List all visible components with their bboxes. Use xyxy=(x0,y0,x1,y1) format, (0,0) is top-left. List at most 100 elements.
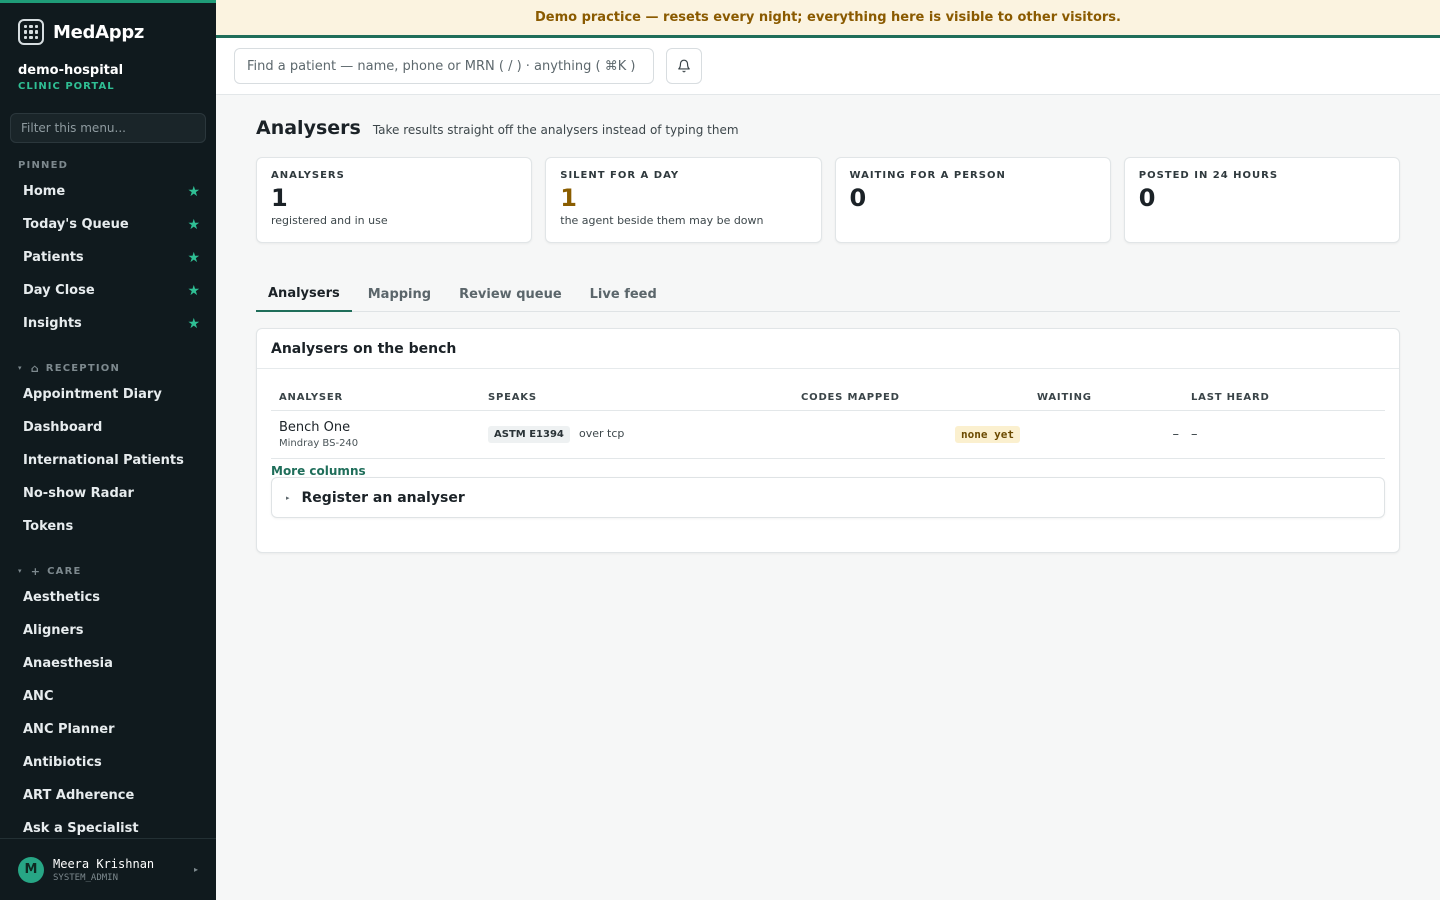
sidebar-item-todays-queue[interactable]: Today's Queue ★ xyxy=(0,208,216,241)
analyser-name: Bench One xyxy=(279,420,351,435)
page-subtitle: Take results straight off the analysers … xyxy=(372,123,739,137)
stat-card-analysers: ANALYSERS 1 registered and in use xyxy=(256,157,533,243)
sidebar-item-aesthetics[interactable]: Aesthetics xyxy=(0,581,216,614)
search-placeholder: Find a patient — name, phone or MRN ( / … xyxy=(247,58,636,74)
waiting-value: – xyxy=(1172,427,1180,442)
sidebar-item-label: Antibiotics xyxy=(23,755,102,770)
more-columns-link[interactable]: More columns xyxy=(271,465,1385,477)
sidebar-item-label: ART Adherence xyxy=(23,788,135,803)
sidebar-item-label: Anaesthesia xyxy=(23,656,113,671)
disclosure-triangle-icon: ▸ xyxy=(286,493,290,502)
main-area: Demo practice — resets every night; ever… xyxy=(216,0,1440,900)
analyser-model: Mindray BS-240 xyxy=(279,438,359,449)
plus-icon: + xyxy=(30,564,42,578)
nav-group-care[interactable]: ▾ + CARE xyxy=(0,561,216,581)
sidebar-item-patients[interactable]: Patients ★ xyxy=(0,241,216,274)
stat-card-waiting: WAITING FOR A PERSON 0 xyxy=(834,157,1111,243)
caret-down-icon: ▾ xyxy=(18,364,23,372)
building-icon: ⌂ xyxy=(30,361,40,375)
protocol-badge: ASTM E1394 xyxy=(488,426,570,443)
caret-down-icon: ▾ xyxy=(18,567,23,575)
nav-group-reception[interactable]: ▾ ⌂ RECEPTION xyxy=(0,358,216,378)
stat-cards: ANALYSERS 1 registered and in use SILENT… xyxy=(256,157,1400,243)
transport-text: over tcp xyxy=(579,427,625,440)
sidebar-item-appointment-diary[interactable]: Appointment Diary xyxy=(0,378,216,411)
sidebar-item-home[interactable]: Home ★ xyxy=(0,175,216,208)
notifications-button[interactable] xyxy=(666,48,702,84)
sidebar-item-ask-a-specialist[interactable]: Ask a Specialist xyxy=(0,812,216,838)
sidebar-item-anc-planner[interactable]: ANC Planner xyxy=(0,713,216,746)
star-icon[interactable]: ★ xyxy=(187,184,200,200)
sidebar-item-aligners[interactable]: Aligners xyxy=(0,614,216,647)
menu-filter-input[interactable]: Filter this menu... xyxy=(10,113,206,143)
sidebar-item-insights[interactable]: Insights ★ xyxy=(0,307,216,340)
sidebar-item-label: Day Close xyxy=(23,283,95,298)
sidebar-item-label: Dashboard xyxy=(23,420,103,435)
sidebar-item-anc[interactable]: ANC xyxy=(0,680,216,713)
analyser-cell: Bench One Mindray BS-240 xyxy=(271,420,488,449)
column-header: LAST HEARD xyxy=(1191,391,1270,403)
page-content: Analysers Take results straight off the … xyxy=(216,95,1440,553)
sidebar-item-label: Insights xyxy=(23,316,82,331)
table-row[interactable]: Bench One Mindray BS-240 ASTM E1394 over… xyxy=(271,411,1385,459)
sidebar-item-anaesthesia[interactable]: Anaesthesia xyxy=(0,647,216,680)
stat-label: WAITING FOR A PERSON xyxy=(849,170,1006,181)
column-header: SPEAKS xyxy=(488,391,537,403)
stat-value: 1 xyxy=(271,184,288,212)
sidebar-item-label: Tokens xyxy=(23,519,74,534)
brand[interactable]: MedAppz xyxy=(0,3,216,61)
org-name: demo-hospital xyxy=(18,63,124,78)
speaks-cell: ASTM E1394 over tcp xyxy=(488,426,801,443)
stat-card-silent: SILENT FOR A DAY 1 the agent beside them… xyxy=(545,157,822,243)
last-heard-cell: – xyxy=(1191,427,1385,442)
star-icon[interactable]: ★ xyxy=(187,316,200,332)
page-title: Analysers xyxy=(256,117,361,139)
panel-title: Analysers on the bench xyxy=(257,329,1399,369)
patient-search-input[interactable]: Find a patient — name, phone or MRN ( / … xyxy=(234,48,654,84)
user-menu[interactable]: M Meera Krishnan SYSTEM_ADMIN ▸ xyxy=(0,838,216,900)
org-switcher[interactable]: demo-hospital CLINIC PORTAL xyxy=(0,61,216,113)
star-icon[interactable]: ★ xyxy=(187,250,200,266)
nav-group-title: PINNED xyxy=(18,159,69,171)
banner-text: Demo practice — resets every night; ever… xyxy=(534,10,1121,25)
sidebar-item-antibiotics[interactable]: Antibiotics xyxy=(0,746,216,779)
demo-banner: Demo practice — resets every night; ever… xyxy=(216,0,1440,38)
column-header: WAITING xyxy=(1037,391,1092,403)
sidebar-item-international-patients[interactable]: International Patients xyxy=(0,444,216,477)
avatar: M xyxy=(18,856,44,883)
nav-group-pinned: PINNED xyxy=(0,155,216,175)
sidebar-item-dashboard[interactable]: Dashboard xyxy=(0,411,216,444)
last-heard-value: – xyxy=(1191,427,1198,442)
tab-bar: Analysers Mapping Review queue Live feed xyxy=(256,277,1400,312)
stat-note: registered and in use xyxy=(271,214,388,227)
register-analyser-toggle[interactable]: ▸ Register an analyser xyxy=(271,477,1385,518)
sidebar-item-label: Appointment Diary xyxy=(23,387,162,402)
tab-review-queue[interactable]: Review queue xyxy=(447,277,574,312)
sidebar-item-label: No-show Radar xyxy=(23,486,134,501)
sidebar-item-label: ANC xyxy=(23,689,54,704)
sidebar-item-no-show-radar[interactable]: No-show Radar xyxy=(0,477,216,510)
analysers-panel: Analysers on the bench ANALYSER SPEAKS C… xyxy=(256,328,1400,553)
stat-card-posted: POSTED IN 24 HOURS 0 xyxy=(1123,157,1400,243)
topbar: Find a patient — name, phone or MRN ( / … xyxy=(216,38,1440,95)
star-icon[interactable]: ★ xyxy=(187,283,200,299)
sidebar-item-art-adherence[interactable]: ART Adherence xyxy=(0,779,216,812)
sidebar-item-label: Ask a Specialist xyxy=(23,821,139,836)
star-icon[interactable]: ★ xyxy=(187,217,200,233)
tab-mapping[interactable]: Mapping xyxy=(356,277,443,312)
codes-mapped-cell: none yet xyxy=(801,426,1037,443)
menu-filter-placeholder: Filter this menu... xyxy=(21,121,126,135)
sidebar-item-label: Aligners xyxy=(23,623,84,638)
tab-analysers[interactable]: Analysers xyxy=(256,277,352,312)
column-header: CODES MAPPED xyxy=(801,391,900,403)
sidebar-item-tokens[interactable]: Tokens xyxy=(0,510,216,543)
register-label: Register an analyser xyxy=(301,489,465,506)
sidebar-item-day-close[interactable]: Day Close ★ xyxy=(0,274,216,307)
bell-icon xyxy=(678,59,690,73)
user-role: SYSTEM_ADMIN xyxy=(53,872,119,883)
table-header: ANALYSER SPEAKS CODES MAPPED WAITING LAS… xyxy=(271,384,1385,411)
tab-live-feed[interactable]: Live feed xyxy=(578,277,669,312)
stat-label: ANALYSERS xyxy=(271,170,345,181)
stat-note: the agent beside them may be down xyxy=(560,214,764,227)
stat-label: SILENT FOR A DAY xyxy=(560,170,680,181)
